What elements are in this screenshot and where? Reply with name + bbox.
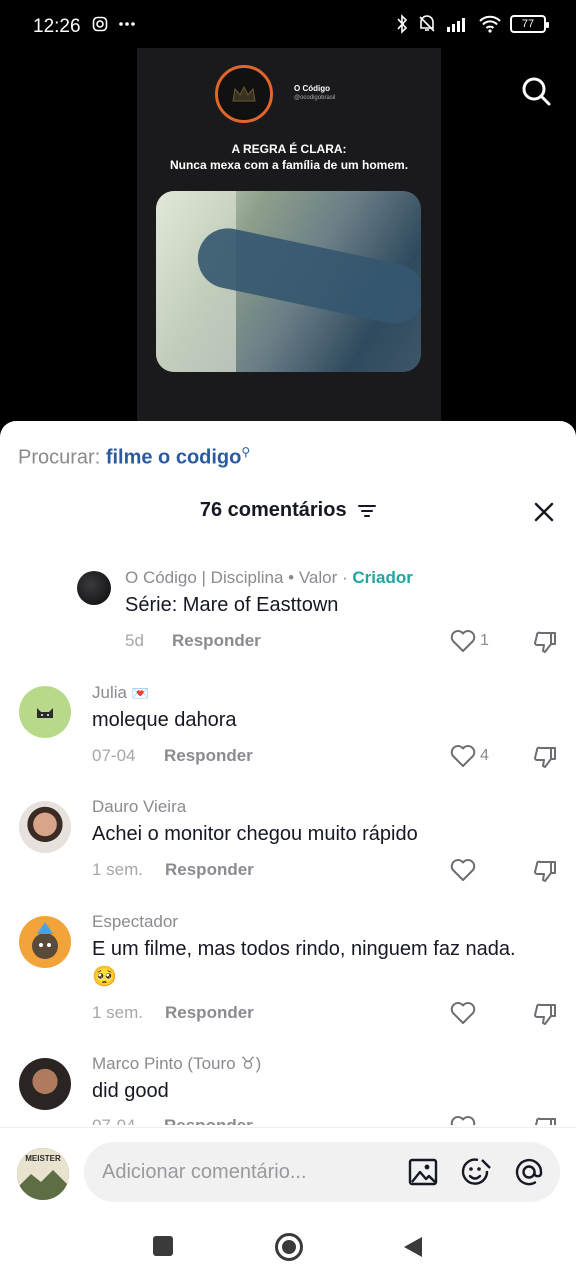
nav-home-icon[interactable] [274,1232,304,1262]
video-preview[interactable]: O Código @ocodigobrasil A REGRA É CLARA:… [137,48,441,428]
avatar[interactable] [77,571,111,605]
comment-text: Achei o monitor chegou muito rápido [92,823,418,845]
heart-icon [450,745,476,767]
search-small-icon: ⚲ [241,445,251,459]
search-icon[interactable] [520,75,552,107]
reply-button[interactable]: Responder [165,1003,254,1023]
comments-header: 76 comentários [0,499,576,522]
dislike-icon[interactable] [532,1116,558,1125]
reply-button[interactable]: Responder [164,1116,253,1125]
heart-icon [450,859,476,881]
avatar[interactable] [19,916,71,968]
heart-icon [450,1002,476,1024]
comment-input[interactable] [102,1142,392,1202]
comment-time: 07-04 [92,746,136,765]
more-icon [119,22,135,26]
status-time: 12:26 [33,16,81,37]
comment-time: 5d [125,631,144,650]
creator-badge: Criador [352,568,413,587]
avatar[interactable] [19,1058,71,1110]
avatar[interactable] [19,801,71,853]
like-button[interactable] [450,1001,476,1025]
comment-author[interactable]: Espectador [92,912,178,932]
bluetooth-icon [397,14,408,34]
envelope-badge: 💌 [131,685,150,701]
comments-count: 76 comentários [199,499,347,521]
video-headline: A REGRA É CLARA: Nunca mexa com a famíli… [169,142,409,172]
notification-icons [92,16,136,32]
comment-time: 1 sem. [92,1003,144,1022]
close-icon[interactable] [532,500,556,524]
dislike-icon[interactable] [532,859,558,883]
battery-indicator: 77 [510,15,549,33]
nav-recents-icon[interactable] [152,1235,174,1257]
related-search-term[interactable]: filme o codigo [106,447,242,469]
reply-button[interactable]: Responder [172,631,261,651]
like-count: 1 [480,632,489,649]
filter-icon[interactable] [358,504,377,518]
like-button[interactable] [450,1115,476,1125]
meister-logo-icon: MEISTER [17,1148,69,1200]
video-frame [156,191,421,372]
mention-icon[interactable] [514,1157,544,1187]
comment-author[interactable]: Julia 💌 [92,683,149,703]
my-avatar[interactable]: MEISTER [17,1148,69,1200]
like-button[interactable]: 4 [450,744,489,768]
like-button[interactable]: 1 [450,629,489,653]
comments-list[interactable]: O Código | Disciplina • Valor · Criador … [0,559,576,1125]
cat-icon [37,708,53,718]
crown-icon [232,85,256,102]
image-icon[interactable] [408,1157,438,1187]
like-count: 4 [480,747,489,764]
dislike-icon[interactable] [532,1002,558,1026]
related-search[interactable]: Procurar: filme o codigo⚲ [18,445,250,470]
nav-back-icon[interactable] [402,1235,424,1259]
system-icons: 77 [396,14,549,34]
heart-icon [450,630,476,652]
comment-text: did good [92,1080,169,1102]
channel-name: O Código [294,84,330,93]
comment-author[interactable]: O Código | Disciplina • Valor · Criador [125,568,413,588]
comment-text: moleque dahora [92,709,237,731]
emoji-icon[interactable] [460,1157,492,1187]
avatar[interactable] [19,686,71,738]
heart-icon [450,1116,476,1125]
signal-icon [447,18,465,32]
comment-text: Série: Mare of Easttown [125,594,339,616]
instagram-icon [92,16,108,32]
comment-input-pill[interactable] [84,1142,560,1202]
reply-button[interactable]: Responder [164,746,253,766]
like-button[interactable] [450,858,476,882]
comment-author[interactable]: Marco Pinto (Touro ♉) [92,1054,261,1074]
comments-sheet: Procurar: filme o codigo⚲ 76 comentários… [0,421,576,1280]
comment-time: 07-04 [92,1116,135,1125]
reply-button[interactable]: Responder [165,860,254,880]
comment-text: E um filme, mas todos rindo, ninguem faz… [92,938,516,988]
comment-author[interactable]: Dauro Vieira [92,797,186,817]
channel-handle: @ocodigobrasil [294,95,336,101]
wifi-icon [479,15,501,33]
input-actions [408,1157,544,1187]
channel-logo [215,65,273,123]
comment-time: 1 sem. [92,860,144,879]
system-nav-bar [0,1215,576,1280]
comment-input-bar: MEISTER [0,1127,576,1215]
svg-text:MEISTER: MEISTER [25,1154,61,1163]
mute-icon [419,15,435,32]
dislike-icon[interactable] [532,630,558,654]
dislike-icon[interactable] [532,745,558,769]
ape-icon [32,922,58,959]
